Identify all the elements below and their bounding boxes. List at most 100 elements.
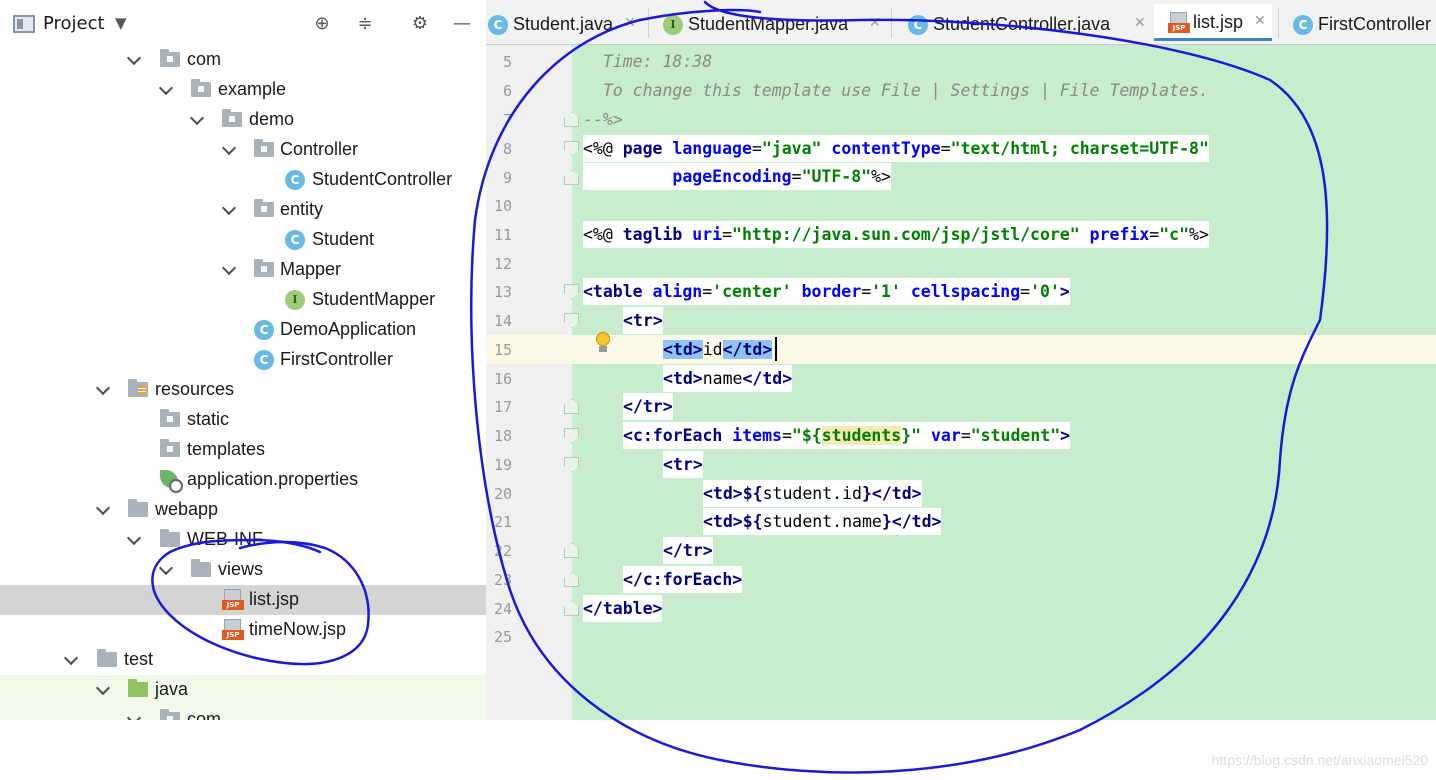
code-line-20: <td>${student.id}</td>	[703, 480, 922, 507]
chevron-down-icon[interactable]	[95, 381, 111, 397]
tree-item-entity[interactable]: entity	[0, 195, 486, 225]
code-token: pageEncoding	[672, 167, 792, 186]
tree-item-studentcontroller[interactable]: C StudentController	[0, 165, 486, 195]
collapse-all-icon[interactable]: ≑	[353, 12, 377, 36]
tree-item-views[interactable]: views	[0, 555, 486, 585]
code-token: =	[751, 139, 762, 158]
line-number: 6	[502, 82, 512, 100]
tab-student-java[interactable]: C Student.java ✕	[486, 6, 646, 41]
tree-item-label: webapp	[155, 499, 219, 519]
code-token: id	[702, 340, 723, 359]
tab-firstcontroller[interactable]: C FirstController	[1291, 6, 1436, 41]
tab-studentcontroller-java[interactable]: C StudentController.java ✕	[906, 6, 1146, 41]
code-token: >	[702, 541, 713, 560]
tree-item-com-test[interactable]: com	[0, 705, 486, 720]
gear-icon[interactable]: ⚙	[408, 12, 432, 36]
code-token: "http://java.sun.com/jsp/jstl/core"	[732, 225, 1080, 244]
chevron-down-icon[interactable]	[126, 531, 142, 547]
chevron-down-icon[interactable]: ▼	[115, 14, 127, 32]
code-line-13: <table align='center' border='1' cellspa…	[583, 278, 1070, 305]
tree-item-test[interactable]: test	[0, 645, 486, 675]
current-line-highlight	[486, 335, 1436, 364]
tree-item-label: timeNow.jsp	[249, 619, 347, 639]
code-token: cellspacing	[900, 282, 1021, 301]
jsp-file-icon: JSP	[222, 619, 244, 641]
tree-item-webapp[interactable]: webapp	[0, 495, 486, 525]
tree-item-com[interactable]: com	[0, 45, 486, 75]
tree-item-label: application.properties	[187, 469, 359, 489]
java-class-icon: C	[1293, 15, 1313, 35]
line-number: 23	[493, 571, 512, 589]
tab-list-jsp[interactable]: JSP list.jsp ✕	[1154, 4, 1272, 41]
tab-separator	[891, 8, 892, 38]
chevron-down-icon[interactable]	[189, 111, 205, 127]
tree-item-static[interactable]: static	[0, 405, 486, 435]
chevron-down-icon[interactable]	[95, 681, 111, 697]
project-panel-title[interactable]: Project	[43, 13, 105, 34]
tree-item-demoapplication[interactable]: C DemoApplication	[0, 315, 486, 345]
tree-item-templates[interactable]: templates	[0, 435, 486, 465]
tree-item-student[interactable]: C Student	[0, 225, 486, 255]
tree-item-timenow-jsp[interactable]: JSP timeNow.jsp	[0, 615, 486, 645]
lightbulb-icon[interactable]	[595, 332, 611, 354]
code-token: <	[663, 455, 673, 474]
code-token: student.name	[762, 512, 882, 531]
tree-item-application-properties[interactable]: application.properties	[0, 465, 486, 495]
tree-item-label: list.jsp	[249, 589, 300, 609]
tree-item-java[interactable]: java	[0, 675, 486, 705]
folder-icon	[97, 649, 117, 667]
matched-tag-highlight: </td>	[722, 340, 773, 359]
close-icon[interactable]: ✕	[869, 15, 881, 31]
java-class-icon: C	[908, 15, 928, 35]
tree-item-controller[interactable]: Controller	[0, 135, 486, 165]
code-token: language	[672, 139, 752, 158]
tree-item-label: StudentController	[312, 169, 453, 189]
code-token: tr	[632, 311, 653, 330]
tree-item-example[interactable]: example	[0, 75, 486, 105]
tree-item-studentmapper[interactable]: I StudentMapper	[0, 285, 486, 315]
code-token: >	[692, 455, 703, 474]
close-icon[interactable]: ✕	[1254, 13, 1266, 29]
code-token: "text/html; charset=UTF-8"	[950, 139, 1209, 158]
code-line-24: </table>	[583, 595, 663, 622]
tab-label: Student.java	[513, 14, 614, 34]
code-token: >	[732, 570, 743, 589]
tree-item-mapper[interactable]: Mapper	[0, 255, 486, 285]
code-token: border	[791, 282, 862, 301]
folder-icon	[254, 259, 274, 277]
line-number: 14	[493, 312, 512, 330]
page-bottom-area	[0, 720, 1436, 780]
folder-icon	[160, 409, 180, 427]
line-number: 18	[493, 427, 512, 445]
chevron-down-icon[interactable]	[126, 51, 142, 67]
code-token: >	[652, 311, 663, 330]
variable-reference-highlight: students	[821, 426, 902, 445]
tree-item-list-jsp[interactable]: JSP list.jsp	[0, 585, 486, 615]
chevron-down-icon[interactable]	[221, 261, 237, 277]
folder-icon	[160, 529, 180, 547]
chevron-down-icon[interactable]	[158, 81, 174, 97]
code-line-15: <td>id</td>	[663, 336, 773, 363]
chevron-down-icon[interactable]	[221, 201, 237, 217]
tree-item-firstcontroller[interactable]: C FirstController	[0, 345, 486, 375]
code-token: <td>	[703, 512, 743, 531]
project-view-icon	[13, 15, 35, 33]
tree-item-resources[interactable]: resources	[0, 375, 486, 405]
chevron-down-icon[interactable]	[158, 561, 174, 577]
tree-item-web-inf[interactable]: WEB-INF	[0, 525, 486, 555]
locate-icon[interactable]: ⊕	[310, 12, 334, 36]
minimize-icon[interactable]: —	[450, 12, 474, 36]
chevron-down-icon[interactable]	[63, 651, 79, 667]
close-icon[interactable]: ✕	[624, 15, 636, 31]
chevron-down-icon[interactable]	[95, 501, 111, 517]
chevron-down-icon[interactable]	[126, 711, 142, 720]
tab-studentmapper-java[interactable]: I StudentMapper.java ✕	[661, 6, 886, 41]
tree-item-demo[interactable]: demo	[0, 105, 486, 135]
close-icon[interactable]: ✕	[1134, 15, 1146, 31]
code-token: name	[702, 369, 743, 388]
code-token: >	[1059, 282, 1070, 301]
line-number: 5	[502, 53, 512, 71]
chevron-down-icon[interactable]	[221, 141, 237, 157]
jsp-file-icon: JSP	[1168, 12, 1190, 34]
tab-label: StudentMapper.java	[688, 14, 849, 34]
